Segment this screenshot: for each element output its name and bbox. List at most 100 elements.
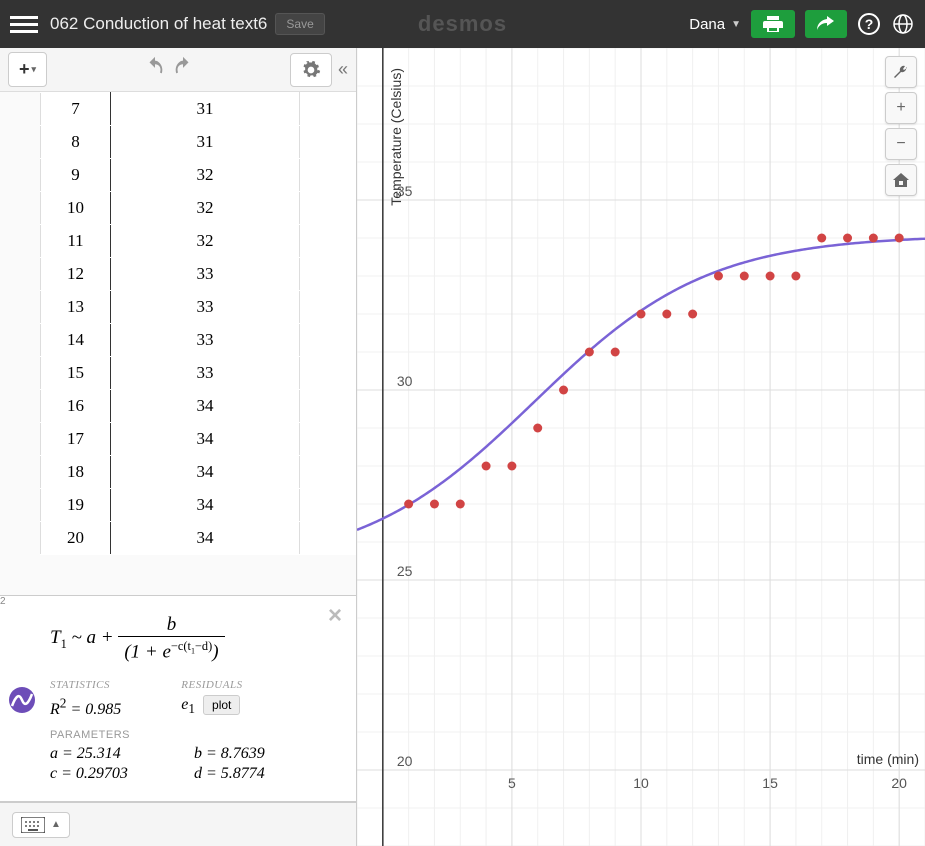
data-point[interactable] <box>585 348 594 357</box>
table-cell-T[interactable]: 33 <box>111 258 300 291</box>
table-cell-t[interactable]: 19 <box>41 489 111 522</box>
collapse-panel-button[interactable]: « <box>338 59 348 80</box>
table-cell-T[interactable]: 32 <box>111 225 300 258</box>
table-cell-t[interactable]: 10 <box>41 192 111 225</box>
data-point[interactable] <box>637 310 646 319</box>
table-cell-t[interactable]: 20 <box>41 522 111 555</box>
table-row[interactable]: 1533 <box>41 357 300 390</box>
data-table[interactable]: 7318319321032113212331333143315331634173… <box>40 92 300 555</box>
plot-residuals-button[interactable]: plot <box>203 695 240 715</box>
data-point[interactable] <box>817 234 826 243</box>
close-icon[interactable]: × <box>328 602 342 630</box>
language-button[interactable] <box>891 12 915 36</box>
regression-expression[interactable]: 2 × T1 ~ a + b(1 + e−c(t1−d)) STATISTICS… <box>0 595 356 801</box>
expression-panel: + « 731831932103211321233133314331533163… <box>0 48 357 846</box>
table-cell-t[interactable]: 12 <box>41 258 111 291</box>
table-row[interactable]: 932 <box>41 159 300 192</box>
data-point[interactable] <box>507 462 516 471</box>
data-point[interactable] <box>740 272 749 281</box>
table-cell-t[interactable]: 16 <box>41 390 111 423</box>
share-button[interactable] <box>805 10 847 38</box>
save-button[interactable]: Save <box>275 13 324 35</box>
residuals-label: e1 <box>181 696 195 713</box>
table-row[interactable]: 1734 <box>41 423 300 456</box>
expression-list[interactable]: 7318319321032113212331333143315331634173… <box>0 92 356 802</box>
table-row[interactable]: 1233 <box>41 258 300 291</box>
help-button[interactable]: ? <box>857 12 881 36</box>
print-button[interactable] <box>751 10 795 38</box>
app-header: 062 Conduction of heat text6 Save desmos… <box>0 0 925 48</box>
expression-index: 2 <box>0 596 10 606</box>
settings-button[interactable] <box>290 53 332 87</box>
data-point[interactable] <box>766 272 775 281</box>
table-row[interactable]: 831 <box>41 126 300 159</box>
svg-text:?: ? <box>865 16 874 32</box>
home-button[interactable] <box>885 164 917 196</box>
keyboard-icon <box>21 817 45 833</box>
data-point[interactable] <box>430 500 439 509</box>
table-cell-T[interactable]: 31 <box>111 93 300 126</box>
table-cell-T[interactable]: 31 <box>111 126 300 159</box>
graph-canvas[interactable]: 510152020253035time (min)Temperature (Ce… <box>357 48 925 846</box>
data-point[interactable] <box>482 462 491 471</box>
data-point[interactable] <box>688 310 697 319</box>
param-d: d = 5.8774 <box>194 765 338 783</box>
table-cell-T[interactable]: 34 <box>111 390 300 423</box>
data-point[interactable] <box>791 272 800 281</box>
table-row[interactable]: 1333 <box>41 291 300 324</box>
user-name[interactable]: Dana <box>689 16 725 33</box>
svg-text:time (min): time (min) <box>857 751 919 767</box>
data-point[interactable] <box>404 500 413 509</box>
data-point[interactable] <box>533 424 542 433</box>
menu-icon[interactable] <box>10 12 38 37</box>
table-row[interactable]: 1834 <box>41 456 300 489</box>
zoom-out-button[interactable]: − <box>885 128 917 160</box>
document-title[interactable]: 062 Conduction of heat text6 <box>50 14 267 34</box>
graph-panel[interactable]: + − 510152020253035time (min)Temperature… <box>357 48 925 846</box>
undo-button[interactable] <box>144 56 166 83</box>
table-cell-T[interactable]: 32 <box>111 159 300 192</box>
share-icon <box>817 16 835 32</box>
undo-icon <box>144 56 166 78</box>
table-row[interactable]: 1634 <box>41 390 300 423</box>
table-cell-T[interactable]: 34 <box>111 423 300 456</box>
table-cell-T[interactable]: 34 <box>111 522 300 555</box>
table-cell-t[interactable]: 15 <box>41 357 111 390</box>
table-cell-T[interactable]: 34 <box>111 456 300 489</box>
table-cell-t[interactable]: 13 <box>41 291 111 324</box>
table-cell-T[interactable]: 33 <box>111 357 300 390</box>
data-point[interactable] <box>869 234 878 243</box>
table-cell-t[interactable]: 14 <box>41 324 111 357</box>
table-cell-t[interactable]: 17 <box>41 423 111 456</box>
data-point[interactable] <box>662 310 671 319</box>
data-point[interactable] <box>611 348 620 357</box>
redo-button[interactable] <box>172 56 194 83</box>
data-point[interactable] <box>456 500 465 509</box>
table-row[interactable]: 1934 <box>41 489 300 522</box>
data-point[interactable] <box>843 234 852 243</box>
graph-settings-button[interactable] <box>885 56 917 88</box>
table-row[interactable]: 1032 <box>41 192 300 225</box>
keypad-toggle-button[interactable]: ▲ <box>12 812 70 838</box>
help-icon: ? <box>858 13 880 35</box>
table-cell-t[interactable]: 9 <box>41 159 111 192</box>
table-cell-T[interactable]: 34 <box>111 489 300 522</box>
table-cell-t[interactable]: 7 <box>41 93 111 126</box>
table-cell-t[interactable]: 18 <box>41 456 111 489</box>
data-point[interactable] <box>559 386 568 395</box>
table-row[interactable]: 731 <box>41 93 300 126</box>
table-cell-t[interactable]: 11 <box>41 225 111 258</box>
table-row[interactable]: 1433 <box>41 324 300 357</box>
add-expression-button[interactable]: + <box>8 52 47 87</box>
data-point[interactable] <box>895 234 904 243</box>
table-cell-T[interactable]: 32 <box>111 192 300 225</box>
regression-icon[interactable] <box>8 686 36 714</box>
table-cell-T[interactable]: 33 <box>111 324 300 357</box>
chevron-down-icon[interactable]: ▼ <box>731 19 741 30</box>
table-row[interactable]: 1132 <box>41 225 300 258</box>
table-row[interactable]: 2034 <box>41 522 300 555</box>
data-point[interactable] <box>714 272 723 281</box>
zoom-in-button[interactable]: + <box>885 92 917 124</box>
table-cell-T[interactable]: 33 <box>111 291 300 324</box>
table-cell-t[interactable]: 8 <box>41 126 111 159</box>
